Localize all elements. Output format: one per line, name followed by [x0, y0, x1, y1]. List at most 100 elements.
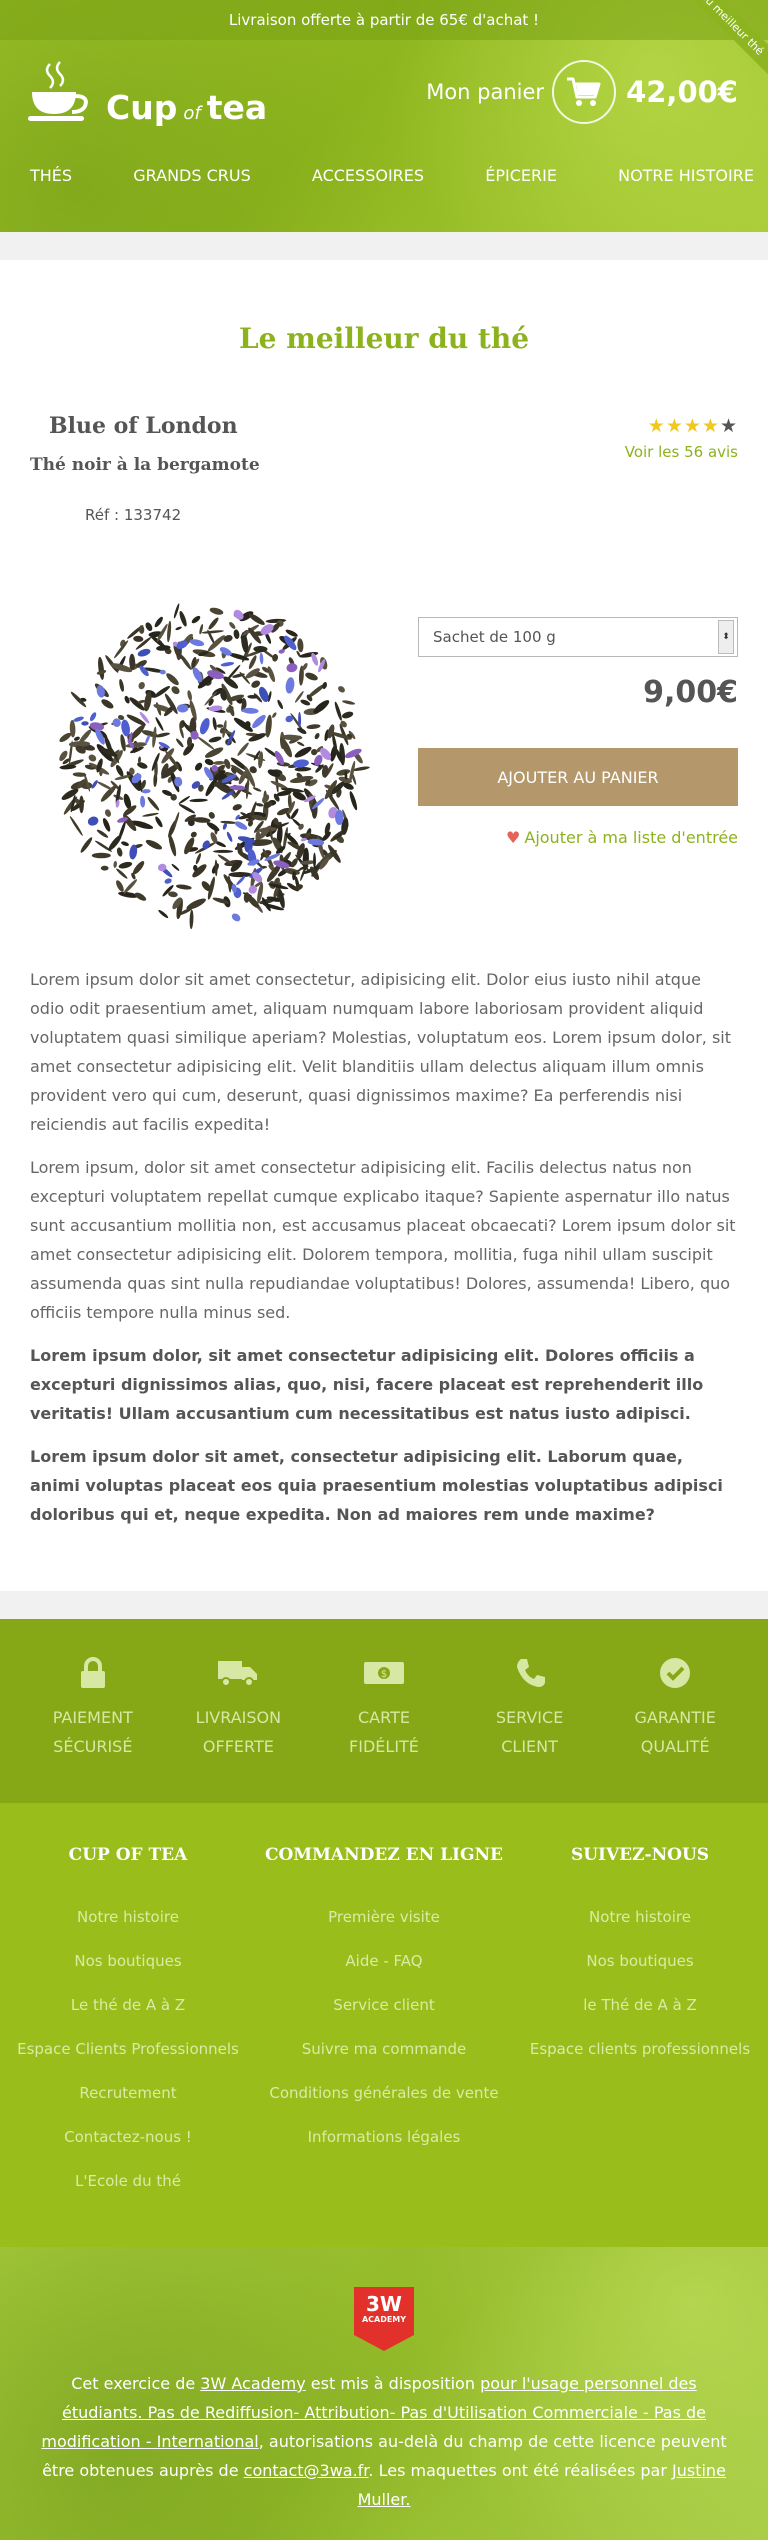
teacup-icon	[28, 61, 88, 121]
select-arrows-icon: ⬍	[718, 620, 734, 654]
money-card-icon: $	[363, 1662, 404, 1684]
feature-paiement: PAIEMENT SÉCURISÉ	[33, 1657, 153, 1803]
footer-column-commandez: COMMANDEZ EN LIGNE Première visite Aide …	[256, 1845, 512, 2247]
credit-text-part: est mis à disposition	[305, 2374, 481, 2393]
3w-academy-logo: 3W ACADEMY	[354, 2287, 414, 2351]
footer-column-suivez-nous: SUIVEZ-NOUS Notre histoire Nos boutiques…	[512, 1845, 768, 2247]
main-nav: THÉS GRANDS CRUS ACCESSOIRES ÉPICERIE NO…	[0, 166, 768, 185]
package-select-value: Sachet de 100 g	[433, 628, 556, 646]
feature-label-1: CARTE	[358, 1708, 410, 1727]
badge-top-text: 3W	[366, 2292, 402, 2316]
feature-livraison: LIVRAISON OFFERTE	[178, 1657, 298, 1803]
footer-link[interactable]: Première visite	[256, 1895, 512, 1939]
tea-leaves-image	[59, 603, 370, 930]
section-title: Le meilleur du thé	[238, 322, 530, 355]
footer-column-title: SUIVEZ-NOUS	[570, 1845, 710, 1865]
cart-icon[interactable]	[552, 60, 617, 124]
feature-label-2: OFFERTE	[202, 1737, 274, 1756]
footer-link[interactable]: Notre histoire	[512, 1895, 768, 1939]
feature-label-2: FIDÉLITÉ	[349, 1737, 419, 1756]
description-paragraph: Lorem ipsum, dolor sit amet consectetur …	[30, 1158, 736, 1322]
product-name: Blue of London	[49, 413, 238, 439]
footer-link[interactable]: L'Ecole du thé	[0, 2159, 256, 2203]
svg-text:$: $	[381, 1669, 387, 1680]
rating-stars: ★★★★★	[625, 415, 738, 437]
site-header: Livraison offerte à partir de 65€ d'acha…	[0, 0, 768, 232]
footer-link[interactable]: Contactez-nous !	[0, 2115, 256, 2159]
footer-link[interactable]: Espace clients professionnels	[512, 2027, 768, 2071]
nav-item-thes[interactable]: THÉS	[30, 166, 72, 185]
product-subtitle: Thé noir à la bergamote	[30, 455, 260, 475]
product-body: Sachet de 100 g ⬍ 9,00€ AJOUTER AU PANIE…	[30, 585, 738, 965]
truck-icon	[218, 1661, 258, 1687]
add-to-cart-button[interactable]: AJOUTER AU PANIER	[418, 748, 738, 806]
product-rating: ★★★★★ Voir les 56 avis	[625, 415, 738, 461]
logo-word-of: of	[183, 103, 201, 124]
footer-link[interactable]: Espace Clients Professionnels	[0, 2027, 256, 2071]
footer-link[interactable]: Nos boutiques	[512, 1939, 768, 1983]
nav-item-grands-crus[interactable]: GRANDS CRUS	[133, 166, 251, 185]
credit-text-part: . Les maquettes ont été réalisées par	[368, 2461, 673, 2480]
nav-item-epicerie[interactable]: ÉPICERIE	[485, 166, 557, 185]
footer-column-title: CUP OF TEA	[68, 1845, 188, 1865]
heart-icon: ♥	[506, 828, 521, 847]
footer-link[interactable]: Le thé de A à Z	[0, 1983, 256, 2027]
logo-word-tea: tea	[206, 88, 268, 127]
phone-icon	[516, 1659, 545, 1687]
logo-word-cup: Cup	[106, 88, 178, 127]
credit-text-part: Cet exercice de	[71, 2374, 201, 2393]
description-paragraph: Lorem ipsum dolor sit amet consectetur, …	[30, 970, 732, 1134]
star-filled-icon: ★	[647, 415, 666, 437]
cart[interactable]: Mon panier 42,00€	[426, 60, 738, 124]
description-paragraph-bold: Lorem ipsum dolor, sit amet consectetur …	[30, 1346, 704, 1423]
feature-label-1: SERVICE	[495, 1708, 564, 1727]
feature-garantie: GARANTIE QUALITÉ	[615, 1657, 735, 1803]
badge-bottom-text: ACADEMY	[361, 2315, 407, 2324]
free-shipping-banner: Livraison offerte à partir de 65€ d'acha…	[0, 0, 768, 40]
credit-link-email[interactable]: contact@3wa.fr	[244, 2461, 369, 2480]
product-price: 9,00€	[643, 675, 738, 710]
footer-link[interactable]: Recrutement	[0, 2071, 256, 2115]
wishlist-label: Ajouter à ma liste d'entrée	[524, 828, 738, 847]
check-circle-icon	[660, 1658, 691, 1688]
buy-box: Sachet de 100 g ⬍ 9,00€ AJOUTER AU PANIE…	[418, 617, 738, 847]
star-filled-icon: ★	[683, 415, 702, 437]
footer-link[interactable]: le Thé de A à Z	[512, 1983, 768, 2027]
product-ref: Réf : 133742	[85, 506, 182, 524]
credits: 3W ACADEMY Cet exercice de 3W Academy es…	[0, 2247, 768, 2540]
lock-icon	[80, 1657, 105, 1688]
footer-link[interactable]: Notre histoire	[0, 1895, 256, 1939]
star-filled-icon: ★	[701, 415, 720, 437]
feature-service: SERVICE CLIENT	[470, 1657, 590, 1803]
footer-links: CUP OF TEA Notre histoire Nos boutiques …	[0, 1803, 768, 2247]
footer-link[interactable]: Suivre ma commande	[256, 2027, 512, 2071]
wishlist-link[interactable]: ♥ Ajouter à ma liste d'entrée	[418, 828, 738, 847]
footer-column-title: COMMANDEZ EN LIGNE	[264, 1845, 504, 1865]
package-select[interactable]: Sachet de 100 g ⬍	[418, 617, 738, 657]
reviews-link[interactable]: Voir les 56 avis	[625, 443, 738, 461]
star-filled-icon: ★	[665, 415, 684, 437]
logo-row: Cup of tea Mon panier 42,00€	[28, 60, 738, 124]
product-header: Blue of London Thé noir à la bergamote R…	[30, 355, 738, 585]
footer-link[interactable]: Aide - FAQ	[256, 1939, 512, 1983]
cart-label: Mon panier	[426, 80, 545, 104]
description-paragraph-bold: Lorem ipsum dolor sit amet, consectetur …	[30, 1447, 723, 1524]
feature-carte: $ CARTE FIDÉLITÉ	[324, 1657, 444, 1803]
star-empty-icon: ★	[719, 415, 738, 437]
footer-link[interactable]: Informations légales	[256, 2115, 512, 2159]
feature-label-1: LIVRAISON	[195, 1708, 282, 1727]
main-content: Le meilleur du thé Blue of London Thé no…	[0, 260, 768, 1591]
credit-text: Cet exercice de 3W Academy est mis à dis…	[0, 2351, 768, 2514]
footer-column-cup-of-tea: CUP OF TEA Notre histoire Nos boutiques …	[0, 1845, 256, 2247]
footer-link[interactable]: Nos boutiques	[0, 1939, 256, 1983]
feature-label-1: GARANTIE	[634, 1708, 716, 1727]
feature-label-2: SÉCURISÉ	[53, 1737, 133, 1756]
cart-total: 42,00€	[626, 75, 738, 109]
footer-link[interactable]: Conditions générales de vente	[256, 2071, 512, 2115]
nav-item-notre-histoire[interactable]: NOTRE HISTOIRE	[618, 166, 754, 185]
nav-item-accessoires[interactable]: ACCESSOIRES	[312, 166, 424, 185]
footer-link[interactable]: Service client	[256, 1983, 512, 2027]
credit-link-3w[interactable]: 3W Academy	[200, 2374, 305, 2393]
logo[interactable]: Cup of tea	[28, 60, 267, 124]
logo-text: Cup of tea	[106, 91, 267, 124]
